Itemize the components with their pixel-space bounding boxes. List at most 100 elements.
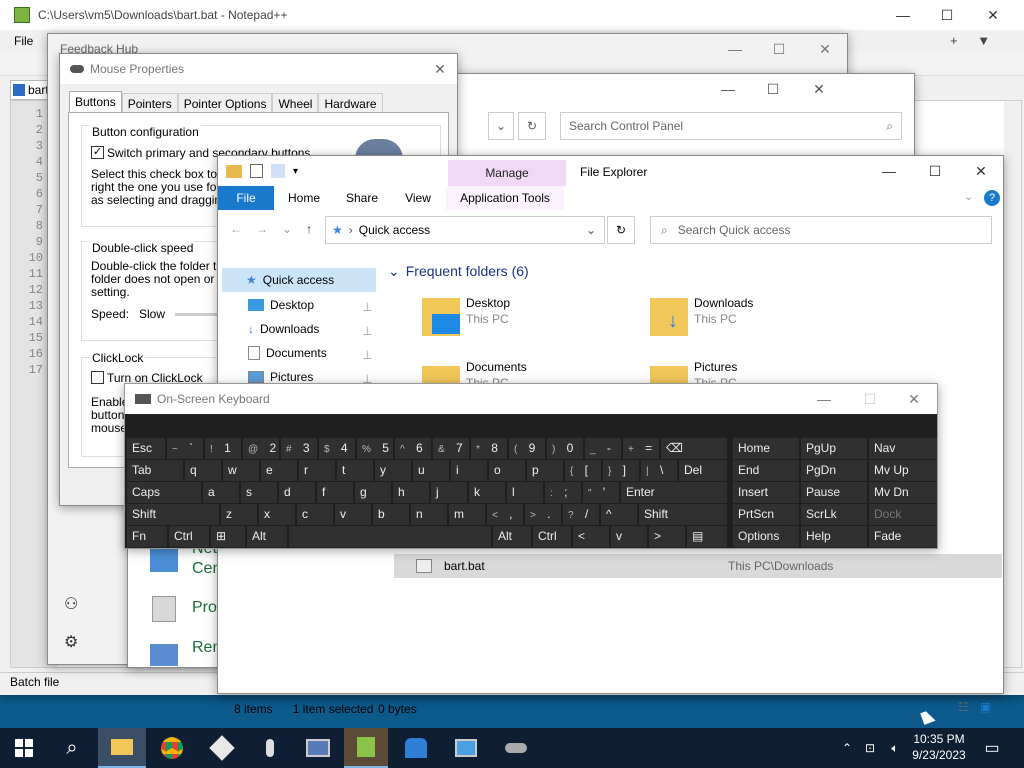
volume-icon[interactable]: 🔈︎: [884, 728, 906, 768]
mouse-close-button[interactable]: ✕: [420, 54, 460, 84]
osk-key[interactable]: $ 4: [319, 438, 355, 459]
osk-key[interactable]: End: [733, 460, 799, 481]
recent-file-row[interactable]: bart.bat This PC\Downloads: [394, 554, 1002, 578]
details-view-icon[interactable]: ☷: [958, 700, 969, 714]
osk-key[interactable]: e: [261, 460, 297, 481]
osk-key[interactable]: u: [413, 460, 449, 481]
back-arrow-icon[interactable]: ←: [230, 222, 242, 236]
osk-key[interactable]: ⌫: [661, 438, 727, 459]
osk-key[interactable]: Tab: [127, 460, 183, 481]
settings-gear-icon[interactable]: ⚙: [64, 632, 78, 652]
osk-key[interactable]: Alt: [247, 526, 287, 547]
explorer-search-box[interactable]: ⌕ Search Quick access: [650, 216, 992, 244]
taskbar-file-explorer[interactable]: [98, 728, 146, 768]
osk-key[interactable]: w: [223, 460, 259, 481]
osk-key[interactable]: Dock: [869, 504, 937, 525]
notepadpp-titlebar[interactable]: C:\Users\vm5\Downloads\bart.bat - Notepa…: [0, 0, 1024, 30]
osk-key[interactable]: [289, 526, 491, 547]
notepad-close-button[interactable]: ✕: [970, 0, 1016, 30]
osk-key[interactable]: > .: [525, 504, 561, 525]
notepad-maximize-button[interactable]: ☐: [924, 0, 970, 30]
large-icons-view-icon[interactable]: ▣: [980, 700, 991, 714]
refresh-button[interactable]: ↻: [607, 216, 635, 244]
osk-key[interactable]: Mv Up: [869, 460, 937, 481]
osk-key[interactable]: Fn: [127, 526, 167, 547]
osk-key[interactable]: Enter: [621, 482, 727, 503]
osk-key[interactable]: n: [411, 504, 447, 525]
show-hidden-icons-button[interactable]: ⌃: [838, 728, 856, 768]
explorer-close-button[interactable]: ✕: [958, 156, 1004, 186]
osk-key[interactable]: v: [611, 526, 647, 547]
switch-buttons-checkbox[interactable]: ✓: [91, 146, 104, 159]
manage-context-tab[interactable]: Manage: [448, 160, 566, 186]
osk-key[interactable]: l: [507, 482, 543, 503]
osk-key[interactable]: f: [317, 482, 353, 503]
taskbar-remote-desktop[interactable]: [294, 728, 342, 768]
osk-key[interactable]: ^: [601, 504, 637, 525]
osk-key[interactable]: Shift: [639, 504, 727, 525]
osk-maximize-button[interactable]: ☐: [847, 384, 893, 414]
folder-tile-desktop[interactable]: Desktop This PC: [418, 294, 618, 344]
osk-key[interactable]: PrtScn: [733, 504, 799, 525]
osk-key[interactable]: Alt: [493, 526, 531, 547]
osk-key[interactable]: { [: [565, 460, 601, 481]
nav-desktop[interactable]: Desktop: [248, 298, 314, 312]
osk-key[interactable]: ? /: [563, 504, 599, 525]
osk-key[interactable]: z: [221, 504, 257, 525]
taskbar-mouse-settings[interactable]: [492, 728, 540, 768]
osk-key[interactable]: Esc: [127, 438, 165, 459]
address-dropdown-icon[interactable]: ⌄: [586, 223, 596, 237]
osk-key[interactable]: >: [649, 526, 685, 547]
pin-icon[interactable]: ⊥: [362, 324, 372, 338]
osk-key[interactable]: Ctrl: [169, 526, 209, 547]
osk-key[interactable]: Fade: [869, 526, 937, 547]
tab-pointer-options[interactable]: Pointer Options: [177, 93, 273, 114]
osk-key[interactable]: j: [431, 482, 467, 503]
control-panel-close-button[interactable]: ✕: [796, 74, 842, 104]
taskbar-voice-recorder[interactable]: [248, 728, 292, 768]
osk-key[interactable]: Del: [679, 460, 727, 481]
address-bar[interactable]: ★ › Quick access ⌄: [325, 216, 605, 244]
osk-key[interactable]: m: [449, 504, 485, 525]
osk-key[interactable]: d: [279, 482, 315, 503]
ribbon-tab-file[interactable]: File: [218, 186, 274, 210]
osk-key[interactable]: b: [373, 504, 409, 525]
help-icon[interactable]: ?: [984, 190, 1000, 206]
osk-key[interactable]: Pause: [801, 482, 867, 503]
osk-key[interactable]: : ;: [545, 482, 581, 503]
pin-icon[interactable]: ⊥: [362, 348, 372, 362]
osk-key[interactable]: Caps: [127, 482, 201, 503]
folder-tile-pictures[interactable]: Pictures This PC: [646, 360, 846, 384]
osk-key[interactable]: k: [469, 482, 505, 503]
new-folder-icon[interactable]: [271, 164, 285, 178]
tab-hardware[interactable]: Hardware: [318, 93, 383, 114]
taskbar-chrome[interactable]: [148, 728, 196, 768]
ribbon-tab-share[interactable]: Share: [334, 191, 390, 205]
osk-key[interactable]: ! 1: [205, 438, 241, 459]
osk-key[interactable]: PgUp: [801, 438, 867, 459]
ribbon-tab-application-tools[interactable]: Application Tools: [446, 186, 564, 210]
clock[interactable]: 10:35 PM 9/23/2023: [904, 731, 974, 763]
folder-tile-downloads[interactable]: ↓ Downloads This PC: [646, 294, 846, 344]
osk-key[interactable]: * 8: [471, 438, 507, 459]
folder-icon[interactable]: [226, 164, 242, 178]
osk-key[interactable]: i: [451, 460, 487, 481]
osk-key[interactable]: <: [573, 526, 609, 547]
osk-key[interactable]: } ]: [603, 460, 639, 481]
osk-key[interactable]: Options: [733, 526, 799, 547]
notepad-doc-tab[interactable]: bart: [10, 80, 50, 100]
osk-key[interactable]: ScrLk: [801, 504, 867, 525]
feedback-maximize-button[interactable]: ☐: [756, 34, 802, 64]
osk-key[interactable]: Shift: [127, 504, 219, 525]
forward-arrow-icon[interactable]: →: [256, 222, 268, 236]
osk-key[interactable]: ^ 6: [395, 438, 431, 459]
taskbar-people[interactable]: [392, 728, 440, 768]
ribbon-tab-home[interactable]: Home: [274, 191, 334, 205]
nav-downloads[interactable]: ↓ Downloads: [248, 322, 319, 336]
nav-pictures[interactable]: Pictures: [248, 370, 313, 384]
osk-key[interactable]: y: [375, 460, 411, 481]
taskbar-notepadpp[interactable]: [344, 728, 388, 768]
vertical-scrollbar[interactable]: [1004, 101, 1021, 667]
osk-key[interactable]: q: [185, 460, 221, 481]
up-arrow-icon[interactable]: ↑: [306, 222, 312, 236]
